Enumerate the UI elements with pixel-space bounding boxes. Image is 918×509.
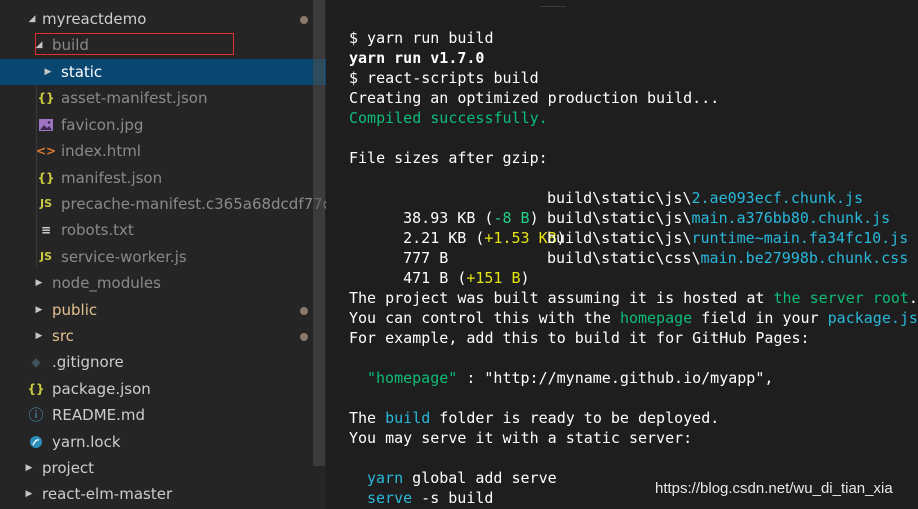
file-size-row: 2.21 KB (+1.53 KB) <box>403 229 566 247</box>
terminal-creating-line: Creating an optimized production build..… <box>349 89 720 107</box>
terminal-serve-command: serve -s build <box>367 489 494 507</box>
terminal-file-sizes-heading: File sizes after gzip: <box>349 149 548 167</box>
explorer-item-label: asset-manifest.json <box>61 89 208 107</box>
terminal-control-line: You can control this with the homepage f… <box>349 309 918 327</box>
explorer-item-label: src <box>52 327 74 345</box>
terminal-serve-command: yarn global add serve <box>367 469 557 487</box>
modified-dot-icon <box>300 16 308 24</box>
explorer-item-label: react-elm-master <box>42 485 173 503</box>
explorer-folder-static[interactable]: ▶ static <box>0 59 326 85</box>
explorer-item-label: package.json <box>52 380 151 398</box>
explorer-folder-public[interactable]: ▶ public <box>0 297 313 323</box>
explorer-folder-project[interactable]: ▶ project <box>0 455 313 481</box>
terminal-ready-line: The build folder is ready to be deployed… <box>349 409 720 427</box>
terminal-serve-line: You may serve it with a static server: <box>349 429 693 447</box>
explorer-item-label: myreactdemo <box>42 10 147 28</box>
image-file-icon <box>36 112 56 140</box>
modified-dot-icon <box>300 307 308 315</box>
file-size-row: 471 B (+151 B) <box>403 269 530 287</box>
terminal-command: $ react-scripts build <box>349 69 539 87</box>
terminal-example-line: For example, add this to build it for Gi… <box>349 329 810 347</box>
json-icon: {} <box>27 382 45 396</box>
explorer-item-label: service-worker.js <box>61 248 187 266</box>
file-size-row: 38.93 KB (-8 B) <box>403 209 539 227</box>
explorer-file-robots[interactable]: ≡ robots.txt <box>0 217 313 243</box>
divider <box>540 6 566 7</box>
explorer-sidebar: ◢ myreactdemo ◢ build ▶ static {} asset-… <box>0 0 326 509</box>
terminal-compiled-line: Compiled successfully. <box>349 109 548 127</box>
file-name: 2.ae093ecf.chunk.js <box>691 189 864 207</box>
explorer-item-label: yarn.lock <box>52 433 121 451</box>
file-size: 471 B <box>403 269 449 287</box>
explorer-item-label: node_modules <box>52 274 161 292</box>
explorer-file-yarn-lock[interactable]: yarn.lock <box>0 429 313 455</box>
chevron-right-icon[interactable]: ▶ <box>42 59 54 85</box>
chevron-right-icon[interactable]: ▶ <box>33 297 45 323</box>
explorer-file-gitignore[interactable]: ◆ .gitignore <box>0 349 313 375</box>
explorer-file-package-json[interactable]: {} package.json <box>0 376 313 402</box>
file-path: build\static\js\2.ae093ecf.chunk.js <box>547 189 864 207</box>
file-size-delta: +1.53 KB <box>484 229 557 247</box>
explorer-item-label: .gitignore <box>52 353 124 371</box>
json-icon: {} <box>37 91 55 105</box>
file-size-row: 777 B <box>367 228 448 267</box>
explorer-item-label: index.html <box>61 142 141 160</box>
chevron-right-icon[interactable]: ▶ <box>23 481 35 507</box>
yarn-icon <box>26 429 46 458</box>
build-highlight-box <box>35 33 234 55</box>
git-icon: ◆ <box>31 355 41 369</box>
modified-dot-icon <box>300 333 308 341</box>
sidebar-scrollbar[interactable] <box>313 0 325 466</box>
terminal-panel[interactable]: $ yarn run build yarn run v1.7.0 $ react… <box>326 0 918 509</box>
file-name: main.be27998b.chunk.css <box>700 249 909 267</box>
chevron-right-icon[interactable]: ▶ <box>33 323 45 349</box>
explorer-folder-myreactdemo[interactable]: ◢ myreactdemo <box>0 6 313 32</box>
explorer-file-index-html[interactable]: <> index.html <box>0 138 313 164</box>
explorer-folder-node-modules[interactable]: ▶ node_modules <box>0 270 313 296</box>
explorer-item-label: public <box>52 301 98 319</box>
explorer-file-manifest[interactable]: {} manifest.json <box>0 165 313 191</box>
explorer-file-service-worker[interactable]: JS service-worker.js <box>0 244 313 270</box>
explorer-file-asset-manifest[interactable]: {} asset-manifest.json <box>0 85 313 111</box>
explorer-folder-react-elm-master[interactable]: ▶ react-elm-master <box>0 481 313 507</box>
javascript-icon: JS <box>39 250 52 263</box>
text-file-icon: ≡ <box>40 223 52 237</box>
explorer-item-label: favicon.jpg <box>61 116 144 134</box>
file-size-delta: +151 B <box>466 269 521 287</box>
explorer-item-label: project <box>42 459 95 477</box>
explorer-item-label: README.md <box>52 406 146 424</box>
json-icon: {} <box>37 171 55 185</box>
explorer-file-precache-manifest[interactable]: JS precache-manifest.c365a68dcdf77c8... <box>0 191 326 217</box>
explorer-item-label: static <box>61 63 103 81</box>
file-path: build\static\css\main.be27998b.chunk.css <box>547 249 909 267</box>
explorer-item-label: robots.txt <box>61 221 134 239</box>
explorer-item-label: precache-manifest.c365a68dcdf77c8... <box>61 195 326 213</box>
terminal-yarn-version: yarn run v1.7.0 <box>349 49 485 67</box>
chevron-right-icon[interactable]: ▶ <box>33 270 45 296</box>
file-path: build\static\js\main.a376bb80.chunk.js <box>547 209 891 227</box>
file-path: build\static\js\runtime~main.fa34fc10.js <box>547 229 909 247</box>
explorer-folder-src[interactable]: ▶ src <box>0 323 313 349</box>
file-name: runtime~main.fa34fc10.js <box>691 229 909 247</box>
chevron-right-icon[interactable]: ▶ <box>23 455 35 481</box>
chevron-down-icon[interactable]: ◢ <box>26 6 38 32</box>
terminal-homepage-snippet: "homepage" : "http://myname.github.io/my… <box>367 369 774 387</box>
watermark: https://blog.csdn.net/wu_di_tian_xia <box>655 480 893 497</box>
terminal-command: $ yarn run build <box>349 29 494 47</box>
explorer-item-label: manifest.json <box>61 169 163 187</box>
file-name: main.a376bb80.chunk.js <box>691 209 891 227</box>
javascript-icon: JS <box>39 197 52 210</box>
explorer-file-readme[interactable]: ⓘ README.md <box>0 402 313 428</box>
explorer-file-favicon[interactable]: favicon.jpg <box>0 112 313 138</box>
html-icon: <> <box>36 144 57 158</box>
terminal-hosted-line: The project was built assuming it is hos… <box>349 289 918 307</box>
info-icon: ⓘ <box>28 406 44 424</box>
